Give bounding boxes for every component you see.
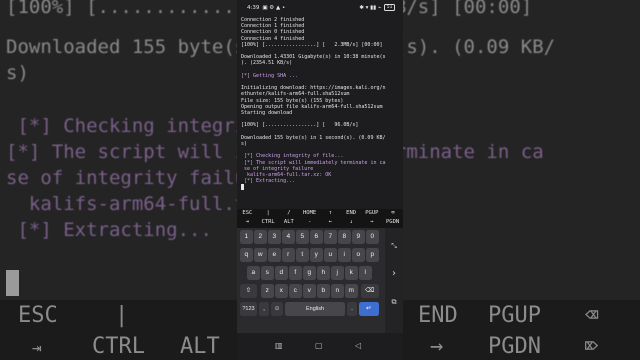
recents-icon[interactable]: ▥ <box>275 341 283 350</box>
key-right[interactable]: → <box>362 218 383 227</box>
terminal-cursor <box>241 184 244 191</box>
key-5[interactable]: 5 <box>296 230 309 244</box>
emoji-key-icon[interactable]: ☺ <box>271 302 283 316</box>
shift-key-icon[interactable]: ⇧ <box>240 284 257 298</box>
bg-cursor <box>6 270 19 296</box>
key-i[interactable]: i <box>338 248 351 262</box>
status-bar: 4:39 ▣ ⚙ ▲ • ✱ ▾ ▮▮ ⌁ 51 <box>237 0 403 15</box>
key-o[interactable]: o <box>352 248 365 262</box>
enter-key-icon[interactable]: ↵ <box>359 302 379 316</box>
terminal-lines: Connection 2 finished Connection 1 finish… <box>241 17 400 184</box>
key-v[interactable]: v <box>303 284 316 298</box>
key-pgup[interactable]: PGUP <box>362 209 383 218</box>
key-l[interactable]: l <box>359 266 372 280</box>
bg-line: [*] Extracting... <box>6 219 212 241</box>
bg-line: se of integrity failure <box>6 167 270 189</box>
key-2[interactable]: 2 <box>254 230 267 244</box>
bg-key: ALT <box>180 334 220 359</box>
status-time: 4:39 <box>247 4 260 11</box>
key-a[interactable]: a <box>247 266 260 280</box>
phone-screen: 4:39 ▣ ⚙ ▲ • ✱ ▾ ▮▮ ⌁ 51 Connection 2 fi… <box>237 0 403 360</box>
key-j[interactable]: j <box>331 266 344 280</box>
soft-keyboard: 1 2 3 4 5 6 7 8 9 0 q w e r t y u i o p … <box>237 228 403 333</box>
terminal-line: [*] The script will immediately terminat… <box>241 159 386 166</box>
bg-key: ESC <box>18 303 58 328</box>
key-y[interactable]: y <box>310 248 323 262</box>
key-down[interactable]: ↓ <box>341 218 362 227</box>
bg-key: → <box>430 334 444 359</box>
back-icon[interactable]: ◁ <box>355 341 361 350</box>
key-c[interactable]: c <box>289 284 302 298</box>
key-p[interactable]: p <box>366 248 379 262</box>
key-6[interactable]: 6 <box>310 230 323 244</box>
bg-key: ⇥ <box>32 338 42 357</box>
key-8[interactable]: 8 <box>338 230 351 244</box>
key-q[interactable]: q <box>240 248 253 262</box>
key-b[interactable]: b <box>317 284 330 298</box>
key-3[interactable]: 3 <box>268 230 281 244</box>
key-up[interactable]: ↑ <box>320 209 341 218</box>
key-home[interactable]: HOME <box>299 209 320 218</box>
key-w[interactable]: w <box>254 248 267 262</box>
terminal-output[interactable]: Connection 2 finished Connection 1 finish… <box>237 15 403 209</box>
key-0[interactable]: 0 <box>366 230 379 244</box>
key-k[interactable]: k <box>345 266 358 280</box>
bg-key: ⌦ <box>585 334 599 359</box>
clipboard-icon[interactable]: ⧉ <box>385 298 403 307</box>
key-slash[interactable]: / <box>279 209 300 218</box>
key-dash[interactable]: - <box>299 218 320 227</box>
key-pgdn[interactable]: PGDN <box>382 218 403 227</box>
key-z[interactable]: z <box>261 284 274 298</box>
key-t[interactable]: t <box>296 248 309 262</box>
key-u[interactable]: u <box>324 248 337 262</box>
key-pipe[interactable]: | <box>258 209 279 218</box>
bg-line: s) <box>6 62 29 84</box>
key-7[interactable]: 7 <box>324 230 337 244</box>
bg-key: ⌫ <box>585 303 599 328</box>
key-f[interactable]: f <box>289 266 302 280</box>
key-ctrl[interactable]: CTRL <box>258 218 279 227</box>
comma-key[interactable]: , <box>259 302 269 316</box>
collapse-keyboard-icon[interactable]: ⤡ <box>385 242 403 251</box>
key-h[interactable]: h <box>317 266 330 280</box>
terminal-line: Downloaded 155 byte(s) in 1 second(s). (… <box>241 134 386 141</box>
key-esc[interactable]: ESC <box>237 209 258 218</box>
expand-toolbar-icon[interactable]: › <box>385 268 403 279</box>
bg-key: | <box>115 303 129 328</box>
key-x[interactable]: x <box>275 284 288 298</box>
key-s[interactable]: s <box>261 266 274 280</box>
key-end[interactable]: END <box>341 209 362 218</box>
bg-key: PGUP <box>488 303 541 328</box>
key-backspace-icon[interactable]: ⌫ <box>382 209 403 218</box>
key-4[interactable]: 4 <box>282 230 295 244</box>
key-r[interactable]: r <box>282 248 295 262</box>
key-g[interactable]: g <box>303 266 316 280</box>
keyboard-side-panel: ⤡ › ⧉ <box>385 228 403 333</box>
bg-key: PGDN <box>488 334 541 359</box>
notification-icons: ▣ ⚙ ▲ • <box>262 4 286 11</box>
home-icon[interactable]: ▢ <box>315 341 323 350</box>
bg-key: CTRL <box>92 334 145 359</box>
key-alt[interactable]: ALT <box>279 218 300 227</box>
key-left[interactable]: ← <box>320 218 341 227</box>
signal-icons: ✱ ▾ ▮▮ ⌁ <box>359 4 382 11</box>
symbols-key[interactable]: ?123 <box>240 302 257 316</box>
terminal-line: [100%] [.................] [ 2.3MB/s] [0… <box>241 41 383 48</box>
backspace-key-icon[interactable]: ⌫ <box>361 284 379 298</box>
key-1[interactable]: 1 <box>240 230 253 244</box>
key-tab-icon[interactable]: ⇥ <box>237 218 258 227</box>
key-m[interactable]: m <box>345 284 358 298</box>
battery-icon: 51 <box>384 4 395 11</box>
key-d[interactable]: d <box>275 266 288 280</box>
key-e[interactable]: e <box>268 248 281 262</box>
navigation-bar: ▥ ▢ ◁ <box>237 333 403 360</box>
bg-key: END <box>418 303 458 328</box>
extra-keys-bar: ESC | / HOME ↑ END PGUP ⌫ ⇥ CTRL ALT - ←… <box>237 209 403 228</box>
space-bar[interactable]: English <box>285 302 345 316</box>
key-9[interactable]: 9 <box>352 230 365 244</box>
period-key[interactable]: . <box>347 302 357 316</box>
key-n[interactable]: n <box>331 284 344 298</box>
